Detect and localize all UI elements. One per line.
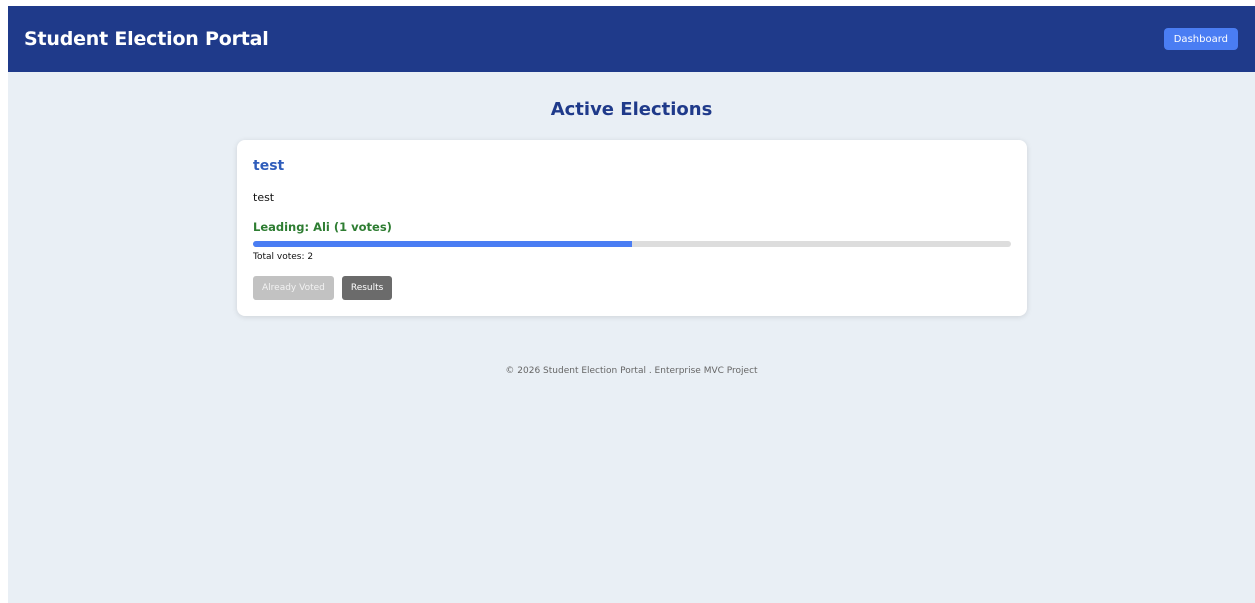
- brand-title: Student Election Portal: [24, 28, 269, 50]
- vote-progress-bar: [253, 241, 1011, 247]
- already-voted-button[interactable]: Already Voted: [253, 276, 334, 300]
- results-button[interactable]: Results: [341, 276, 393, 300]
- vote-progress-fill: [253, 241, 632, 247]
- total-votes: Total votes: 2: [253, 252, 314, 262]
- election-actions: Already Voted Results: [253, 276, 393, 300]
- app-viewport: Student Election Portal Dashboard Active…: [8, 6, 1255, 603]
- election-description: test: [253, 191, 275, 204]
- page-title: Active Elections: [550, 99, 713, 120]
- top-navbar: Student Election Portal Dashboard: [8, 6, 1255, 72]
- dashboard-button[interactable]: Dashboard: [1163, 28, 1238, 50]
- election-title: test: [253, 158, 285, 174]
- election-card: test test Leading: Ali (1 votes) Total v…: [237, 140, 1027, 316]
- leading-candidate: Leading: Ali (1 votes): [253, 220, 392, 234]
- page-footer: © 2026 Student Election Portal . Enterpr…: [505, 366, 758, 376]
